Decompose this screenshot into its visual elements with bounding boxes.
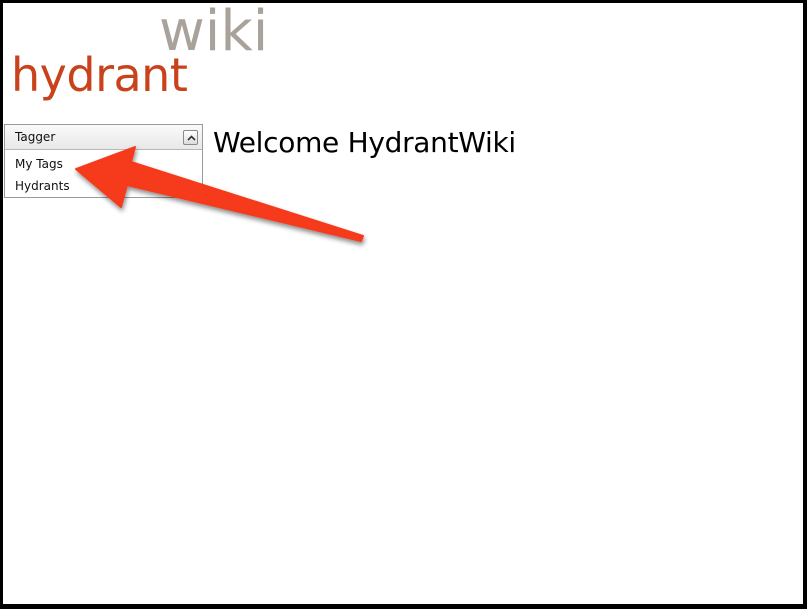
- tagger-panel: Tagger My Tags Hydrants: [4, 124, 203, 198]
- panel-title: Tagger: [15, 130, 56, 144]
- tagger-panel-header[interactable]: Tagger: [5, 125, 202, 150]
- page-title: Welcome HydrantWiki: [213, 126, 516, 159]
- sidebar-item-my-tags[interactable]: My Tags: [5, 153, 202, 175]
- collapse-button[interactable]: [183, 130, 198, 145]
- sidebar-item-hydrants[interactable]: Hydrants: [5, 175, 202, 197]
- logo-text-wiki: wiki: [159, 3, 269, 64]
- tagger-menu: My Tags Hydrants: [5, 150, 202, 197]
- chevron-up-icon: [187, 135, 196, 141]
- browser-viewport: hydrant wiki Tagger My Tags Hydrants Wel…: [3, 3, 803, 604]
- site-logo[interactable]: hydrant wiki: [3, 3, 303, 113]
